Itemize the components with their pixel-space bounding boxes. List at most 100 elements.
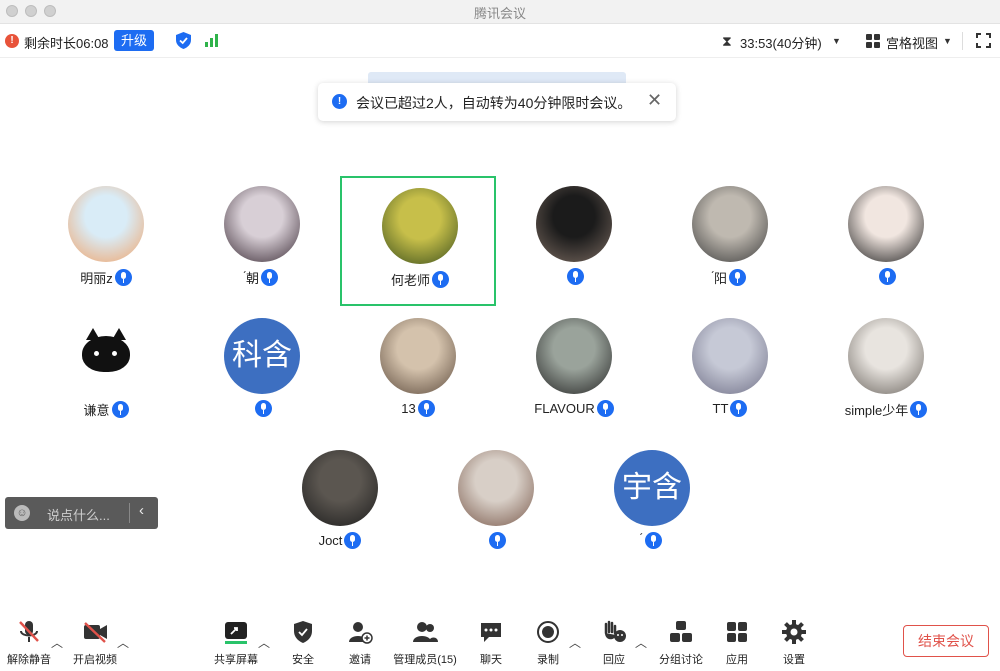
participant-name-row: ́ — [574, 532, 730, 550]
share-screen-label: 共享屏幕 — [214, 654, 258, 666]
participant-tile[interactable] — [418, 440, 574, 570]
participant-tile[interactable]: ́阳 — [652, 176, 808, 306]
collapse-chevron-left-icon[interactable]: ‹ — [139, 502, 144, 519]
participant-name-row: 何老师 — [342, 270, 498, 289]
little-girl-avatar — [458, 450, 534, 526]
microphone-icon — [432, 271, 449, 288]
participant-tile[interactable] — [808, 176, 964, 306]
participant-name: 谦意 — [83, 403, 110, 418]
view-chevron-down-icon[interactable]: ▼ — [943, 36, 952, 46]
participant-name: 何老师 — [390, 273, 430, 288]
remaining-time-label: 剩余时长06:08 — [24, 36, 109, 51]
participant-tile-active-speaker[interactable]: 何老师 — [340, 176, 496, 306]
microphone-icon — [344, 532, 362, 550]
participant-name: simple少年 — [844, 403, 909, 418]
apps-grid-icon — [727, 622, 747, 642]
security-shield-icon[interactable] — [176, 32, 191, 49]
selfie-avatar — [536, 186, 612, 262]
smiling-girl-avatar — [848, 186, 924, 262]
participant-name: FLAVOUR — [534, 401, 595, 417]
participant-name-row: ́阳 — [652, 268, 808, 287]
close-icon[interactable]: ✕ — [647, 90, 662, 111]
meeting-toolbar: 解除静音 ︿ 开启视频 ︿ 共享屏幕 ︿ 安全 邀请 管理成员(15) 聊天 录… — [0, 612, 1000, 671]
microphone-icon — [261, 269, 278, 286]
meeting-info-bar: ! 剩余时长06:08 升级 ⧗ 33:53(40分钟) ▼ 宫格视图 ▼ — [0, 24, 1000, 58]
microphone-icon — [730, 400, 748, 418]
participant-name: ́阳 — [713, 271, 727, 286]
participant-tile[interactable] — [496, 176, 652, 306]
participant-tile[interactable]: 13 — [340, 308, 496, 438]
manage-members-button[interactable]: 管理成员(15) — [388, 619, 462, 667]
microphone-icon — [417, 400, 435, 418]
react-button[interactable]: 回应 — [594, 619, 634, 667]
end-meeting-button[interactable]: 结束会议 — [903, 625, 989, 657]
participant-tile[interactable]: 谦意 — [28, 308, 184, 438]
participant-tile[interactable]: 宇含́ — [574, 440, 730, 570]
breakout-groups-icon — [670, 621, 692, 642]
upgrade-button[interactable]: 升级 — [114, 30, 154, 51]
chat-input-placeholder[interactable]: 说点什么... — [47, 505, 110, 524]
emoji-icon[interactable]: ☺ — [14, 505, 30, 521]
record-button[interactable]: 录制 — [528, 619, 568, 667]
record-icon — [537, 621, 559, 643]
participant-name-row: ́朝 — [184, 268, 340, 287]
grid-view-icon — [866, 34, 880, 48]
participant-tile[interactable]: 明丽z — [28, 176, 184, 306]
participant-tile[interactable]: ́朝 — [184, 176, 340, 306]
unmute-label: 解除静音 — [7, 654, 51, 666]
apps-button[interactable]: 应用 — [717, 619, 757, 667]
shield-icon — [294, 621, 312, 643]
participant-name-row — [808, 268, 964, 286]
video-options-chevron-up-icon[interactable]: ︿ — [117, 634, 129, 651]
man-with-cat-avatar — [302, 450, 378, 526]
share-options-chevron-up-icon[interactable]: ︿ — [258, 634, 270, 651]
muted-microphone-icon — [19, 621, 39, 642]
microphone-icon — [910, 401, 928, 418]
security-button[interactable]: 安全 — [283, 619, 323, 667]
invite-button[interactable]: 邀请 — [340, 619, 380, 667]
chat-label: 聊天 — [480, 654, 502, 666]
participant-name: 13 — [401, 401, 416, 417]
chat-button[interactable]: 聊天 — [471, 619, 511, 667]
participant-name-row — [418, 532, 574, 550]
participant-name-row: TT — [652, 400, 808, 418]
microphone-icon — [488, 532, 506, 550]
apps-label: 应用 — [726, 654, 748, 666]
view-mode-selector[interactable]: 宫格视图 — [886, 33, 938, 52]
audio-options-chevron-up-icon[interactable]: ︿ — [51, 634, 63, 651]
record-options-chevron-up-icon[interactable]: ︿ — [569, 634, 581, 651]
chat-quick-input[interactable]: ☺ 说点什么... ‹ — [5, 497, 158, 529]
unmute-button[interactable]: 解除静音 — [4, 619, 54, 667]
divider — [962, 32, 963, 50]
meeting-timer[interactable]: 33:53(40分钟) — [740, 33, 822, 52]
participant-name-row: 明丽z — [28, 268, 184, 287]
dark-figure-avatar — [536, 318, 612, 394]
participant-name-row: 13 — [340, 400, 496, 418]
invite-label: 邀请 — [349, 654, 371, 666]
settings-button[interactable]: 设置 — [774, 619, 814, 667]
react-label: 回应 — [603, 654, 625, 666]
timer-chevron-down-icon[interactable]: ▼ — [832, 36, 841, 46]
participant-tile[interactable]: Joct — [262, 440, 418, 570]
microphone-icon — [111, 401, 129, 418]
participant-name: Joct — [318, 533, 343, 549]
participant-name: 明丽z — [80, 271, 113, 286]
window-titlebar: 腾讯会议 — [0, 0, 1000, 24]
breakout-label: 分组讨论 — [659, 654, 703, 666]
participant-name-row: simple少年 — [808, 400, 964, 419]
text-avatar: 宇含 — [614, 450, 690, 526]
react-options-chevron-up-icon[interactable]: ︿ — [635, 634, 647, 651]
share-screen-button[interactable]: 共享屏幕 — [211, 619, 261, 667]
participant-tile[interactable]: simple少年 — [808, 308, 964, 438]
participant-name-row: FLAVOUR — [496, 400, 652, 418]
fullscreen-icon[interactable] — [976, 33, 991, 48]
breakout-rooms-button[interactable]: 分组讨论 — [655, 619, 707, 667]
warning-icon: ! — [5, 34, 19, 48]
participant-tile[interactable]: 科含 — [184, 308, 340, 438]
participant-tile[interactable]: FLAVOUR — [496, 308, 652, 438]
start-video-button[interactable]: 开启视频 — [70, 619, 120, 667]
network-signal-icon[interactable] — [205, 34, 219, 47]
start-video-label: 开启视频 — [73, 654, 117, 666]
microphone-icon — [596, 400, 614, 418]
participant-tile[interactable]: TT — [652, 308, 808, 438]
